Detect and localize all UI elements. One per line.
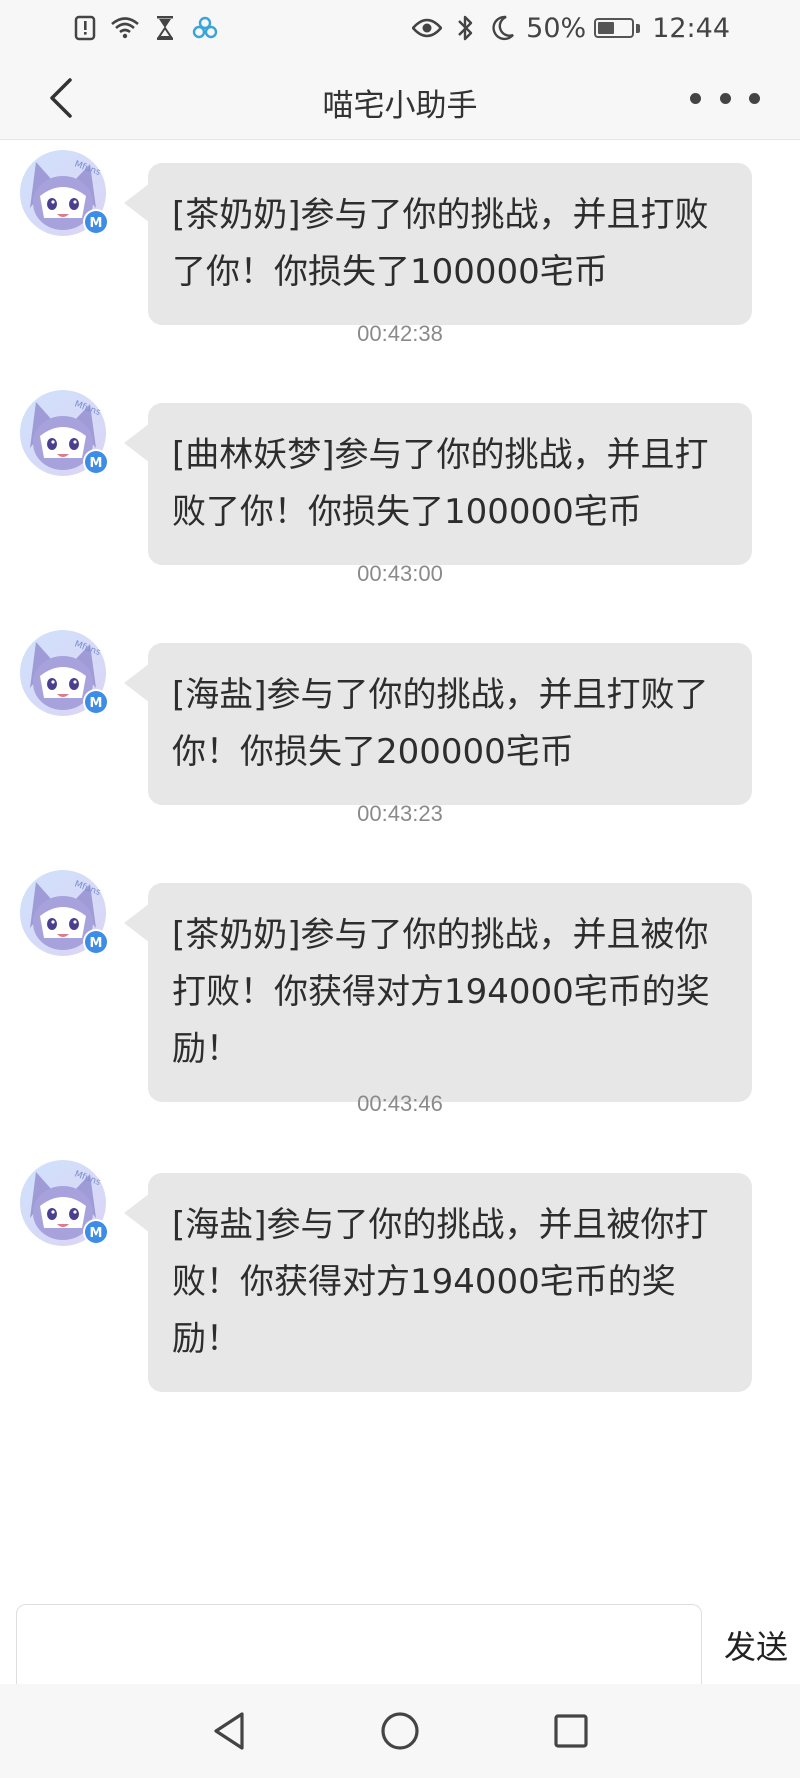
avatar[interactable]: Mfuns M: [18, 868, 118, 968]
avatar[interactable]: Mfuns M: [18, 148, 118, 248]
more-dot: [719, 92, 731, 104]
message-bubble: [海盐]参与了你的挑战，并且打败了你！你损失了200000宅币: [124, 643, 752, 805]
moon-icon: [488, 13, 518, 43]
title-bar: 喵宅小助手: [0, 56, 800, 140]
bluetooth-icon: [450, 13, 480, 43]
hourglass-icon: [150, 13, 180, 43]
page-title: 喵宅小助手: [322, 88, 478, 124]
system-navigation-bar: [0, 1684, 800, 1778]
message-bubble: [茶奶奶]参与了你的挑战，并且被你打败！你获得对方194000宅币的奖励！: [124, 883, 752, 1102]
svg-text:M: M: [90, 936, 103, 951]
square-recents-icon: [554, 1714, 588, 1748]
status-left-icons: [70, 12, 220, 44]
clock: 12:44: [652, 12, 730, 44]
avatar[interactable]: Mfuns M: [18, 628, 118, 728]
more-dot: [690, 92, 701, 104]
svg-text:M: M: [90, 696, 103, 711]
message-bubble: [曲林妖梦]参与了你的挑战，并且打败了你！你损失了100000宅币: [124, 403, 752, 565]
svg-text:M: M: [90, 1226, 103, 1241]
timestamp: 00:43:46: [357, 1091, 443, 1116]
system-recents-button[interactable]: [546, 1706, 596, 1756]
system-home-button[interactable]: [375, 1706, 425, 1756]
alert-icon: [70, 13, 100, 43]
triangle-back-icon: [214, 1712, 244, 1750]
timestamp: 00:42:38: [357, 321, 443, 346]
svg-text:M: M: [90, 216, 103, 231]
circle-home-icon: [381, 1712, 419, 1750]
status-right: 50% 12:44: [412, 10, 730, 46]
avatar[interactable]: Mfuns M: [18, 388, 118, 488]
message-bubble: [海盐]参与了你的挑战，并且被你打败！你获得对方194000宅币的奖励！: [124, 1173, 752, 1392]
timestamp: 00:43:00: [357, 561, 443, 586]
battery-icon: [594, 18, 641, 38]
more-dot: [749, 92, 760, 104]
message-list[interactable]: Mfuns M [茶奶奶]参与了你的挑战，并且打败了你！你损失了100000宅币…: [0, 141, 800, 1592]
cloud-app-icon: [190, 13, 220, 43]
send-button[interactable]: 发送: [718, 1622, 794, 1672]
timestamp: 00:43:23: [357, 801, 443, 826]
more-options-button[interactable]: [690, 84, 760, 112]
message-input[interactable]: [16, 1604, 702, 1684]
eye-icon: [412, 13, 443, 43]
wifi-icon: [110, 13, 140, 43]
message-bubble: [茶奶奶]参与了你的挑战，并且打败了你！你损失了100000宅币: [124, 163, 752, 325]
composer: 发送: [0, 1592, 800, 1684]
status-bar: 50% 12:44: [0, 0, 800, 56]
avatar[interactable]: Mfuns M: [18, 1158, 118, 1258]
system-back-button[interactable]: [204, 1706, 254, 1756]
svg-text:M: M: [90, 456, 103, 471]
battery-percent: 50%: [526, 12, 587, 44]
